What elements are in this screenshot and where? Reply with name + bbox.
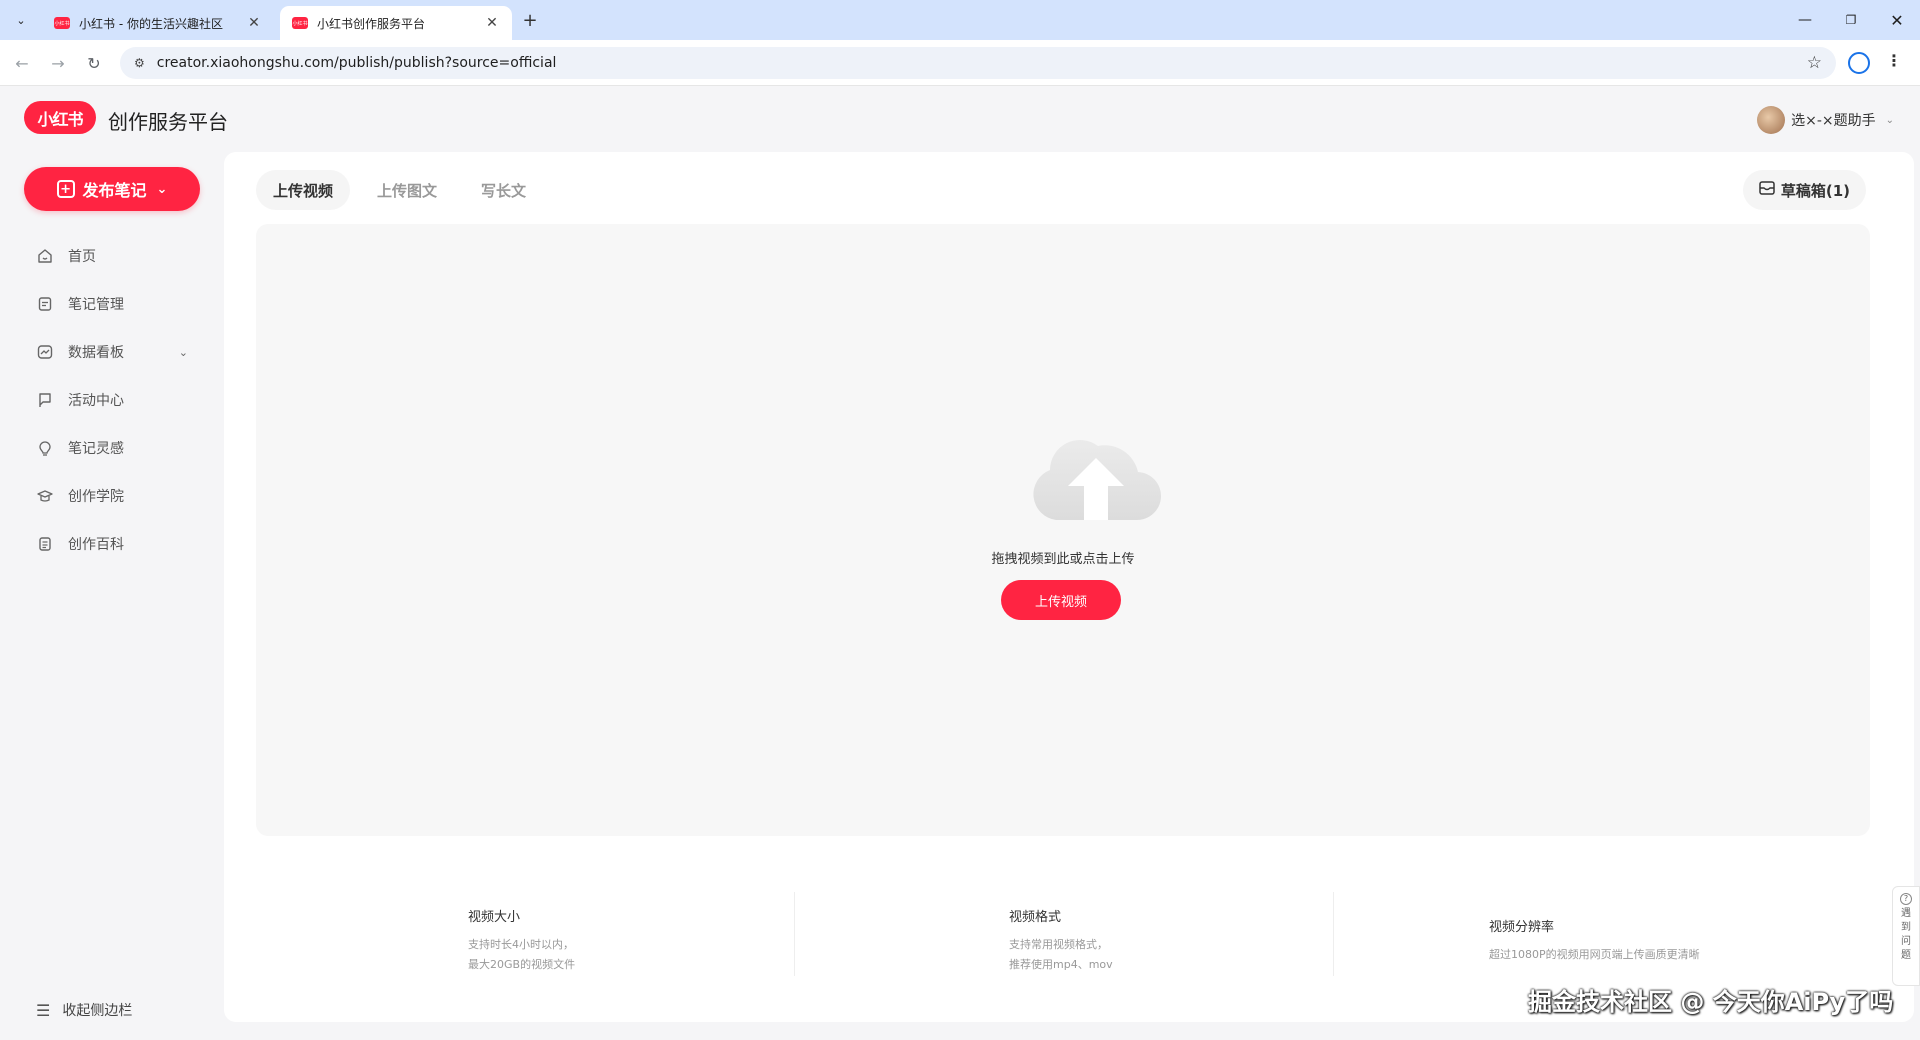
publish-tabs: 上传视频 上传图文 写长文 (256, 170, 553, 210)
inbox-icon (1759, 181, 1775, 199)
plus-icon: + (56, 180, 75, 198)
chart-icon (36, 343, 54, 361)
watermark: 掘金技术社区 @ 今天你AiPy了吗 (1528, 988, 1894, 1016)
browser-tab-creator[interactable]: 小红书 小红书创作服务平台 ✕ (280, 6, 512, 40)
new-tab-plus-icon[interactable]: + (519, 9, 541, 31)
sidebar-item-label: 笔记灵感 (68, 441, 124, 457)
sidebar-item-home[interactable]: 首页 (0, 232, 222, 280)
back-arrow-icon[interactable]: ← (10, 51, 34, 75)
tab-upload-video[interactable]: 上传视频 (256, 170, 351, 210)
spec-desc-line: 最大20GB的视频文件 (468, 958, 576, 971)
spec-title: 视频大小 (468, 910, 521, 925)
question-icon: ? (1900, 893, 1912, 905)
graduation-icon (36, 487, 54, 505)
sidebar-item-data-dashboard[interactable]: 数据看板 ⌄ (0, 328, 222, 376)
platform-title: 创作服务平台 (108, 110, 228, 134)
help-char: 到 (1901, 922, 1911, 933)
spec-desc-line: 支持常用视频格式， (1009, 938, 1108, 951)
publish-note-button[interactable]: + 发布笔记 ⌄ (24, 167, 200, 211)
spec-video-size: 视频大小 支持时长4小时以内， 最大20GB的视频文件 (468, 906, 575, 975)
url-text[interactable]: creator.xiaohongshu.com/publish/publish?… (157, 55, 1807, 71)
browser-tab-bar: ⌄ 小红书 小红书 - 你的生活兴趣社区 ✕ 小红书 小红书创作服务平台 ✕ +… (0, 0, 1920, 40)
reload-icon[interactable]: ↻ (82, 51, 106, 75)
spec-title: 视频分辨率 (1489, 920, 1555, 935)
browser-tab-xhs-home[interactable]: 小红书 小红书 - 你的生活兴趣社区 ✕ (42, 6, 274, 40)
close-icon[interactable]: ✕ (246, 15, 262, 31)
spec-desc-line: 支持时长4小时以内， (468, 938, 574, 951)
publish-note-label: 发布笔记 (82, 181, 147, 200)
home-icon (36, 247, 54, 265)
site-settings-icon[interactable]: ⚙ (134, 56, 145, 70)
tab-title: 小红书 - 你的生活兴趣社区 (79, 16, 223, 31)
flag-icon (36, 391, 54, 409)
sidebar-item-label: 笔记管理 (68, 297, 124, 313)
spec-desc-line: 超过1080P的视频用网页端上传画质更清晰 (1489, 948, 1700, 961)
tab-search-icon[interactable]: ⌄ (9, 8, 33, 32)
divider (794, 892, 795, 976)
sidebar-item-label: 首页 (68, 249, 96, 265)
sidebar-item-label: 活动中心 (68, 393, 124, 409)
video-requirements: 视频大小 支持时长4小时以内， 最大20GB的视频文件 视频格式 支持常用视频格… (224, 892, 1914, 982)
xhs-favicon-icon: 小红书 (292, 17, 308, 29)
app-header: 小红书 创作服务平台 选×-×题助手 ⌄ (0, 86, 1920, 150)
publish-panel: 上传视频 上传图文 写长文 草稿箱(1) 拖拽视频到此或点击上传 上传视频 视频… (224, 152, 1914, 1022)
sidebar-item-creator-wiki[interactable]: 创作百科 (0, 520, 222, 568)
sidebar-item-creator-academy[interactable]: 创作学院 (0, 472, 222, 520)
bookmark-star-icon[interactable]: ☆ (1807, 53, 1822, 73)
sidebar-item-activity-center[interactable]: 活动中心 (0, 376, 222, 424)
avatar[interactable] (1757, 106, 1786, 134)
address-bar[interactable]: ⚙ creator.xiaohongshu.com/publish/publis… (120, 47, 1836, 79)
collapse-sidebar-button[interactable]: ☰ 收起侧边栏 (36, 1000, 132, 1020)
sidebar-nav: 首页 笔记管理 数据看板 ⌄ 活动中心 笔记灵感 创作学院 创作百科 (0, 232, 222, 568)
help-char: 问 (1901, 936, 1911, 947)
spec-video-format: 视频格式 支持常用视频格式， 推荐使用mp4、mov (1009, 906, 1113, 975)
spec-title: 视频格式 (1009, 910, 1062, 925)
tab-upload-image-text[interactable]: 上传图文 (360, 170, 454, 210)
chevron-down-icon: ⌄ (156, 181, 168, 197)
sidebar-item-label: 创作百科 (68, 537, 124, 553)
book-icon (36, 535, 54, 553)
cloud-upload-icon (1033, 440, 1162, 521)
sidebar-item-note-inspiration[interactable]: 笔记灵感 (0, 424, 222, 472)
chevron-down-icon[interactable]: ⌄ (179, 346, 188, 359)
bulb-icon (36, 439, 54, 457)
sidebar-item-label: 创作学院 (68, 489, 124, 505)
tab-title: 小红书创作服务平台 (317, 16, 426, 31)
tab-write-long-text[interactable]: 写长文 (464, 170, 543, 210)
drafts-button[interactable]: 草稿箱(1) (1742, 170, 1866, 210)
spec-desc-line: 推荐使用mp4、mov (1009, 958, 1113, 971)
sidebar: + 发布笔记 ⌄ 首页 笔记管理 数据看板 ⌄ 活动中心 笔记灵感 创作学院 创… (0, 150, 222, 1040)
xhs-favicon-icon: 小红书 (54, 17, 70, 29)
help-char: 题 (1901, 950, 1911, 961)
help-char: 遇 (1901, 908, 1911, 919)
minimize-icon[interactable]: — (1782, 0, 1828, 40)
close-icon[interactable]: ✕ (484, 15, 500, 31)
drafts-label: 草稿箱(1) (1780, 181, 1850, 200)
profile-icon[interactable] (1848, 52, 1870, 74)
user-name[interactable]: 选×-×题助手 (1791, 110, 1876, 130)
forward-arrow-icon[interactable]: → (46, 51, 70, 75)
window-close-icon[interactable]: ✕ (1874, 0, 1920, 40)
upload-video-button[interactable]: 上传视频 (1001, 580, 1121, 620)
collapse-sidebar-label: 收起侧边栏 (62, 1003, 133, 1019)
video-drop-zone[interactable]: 拖拽视频到此或点击上传 上传视频 (256, 224, 1870, 836)
sidebar-item-label: 数据看板 (68, 345, 124, 361)
xhs-logo[interactable]: 小红书 (24, 101, 96, 134)
more-menu-icon[interactable]: ⋮ (1886, 51, 1902, 70)
help-feedback-button[interactable]: ? 遇 到 问 题 (1892, 886, 1920, 986)
chevron-down-icon[interactable]: ⌄ (1886, 115, 1894, 126)
note-icon (36, 295, 54, 313)
divider (1333, 892, 1334, 976)
upload-hint: 拖拽视频到此或点击上传 (991, 552, 1135, 567)
restore-icon[interactable]: ❐ (1828, 0, 1874, 40)
spec-video-resolution: 视频分辨率 超过1080P的视频用网页端上传画质更清晰 (1489, 916, 1700, 965)
sidebar-item-note-management[interactable]: 笔记管理 (0, 280, 222, 328)
user-menu[interactable]: 选×-×题助手 ⌄ (1757, 106, 1894, 134)
collapse-menu-icon: ☰ (36, 1000, 51, 1020)
browser-toolbar: ← → ↻ ⚙ creator.xiaohongshu.com/publish/… (0, 40, 1920, 86)
